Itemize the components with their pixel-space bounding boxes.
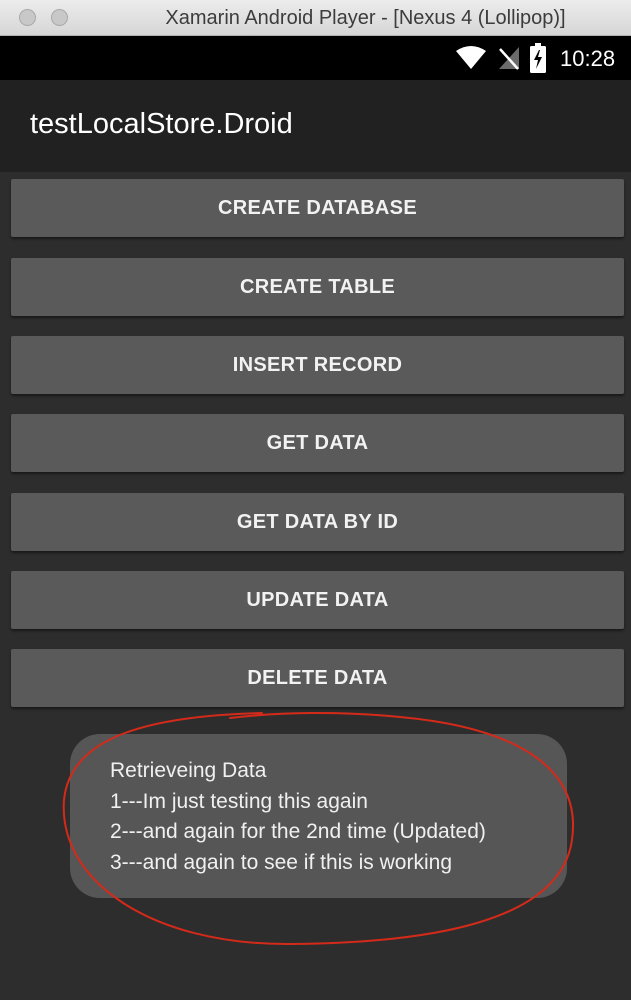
- status-clock: 10:28: [560, 46, 616, 71]
- toast-line-heading: Retrieveing Data: [110, 759, 267, 782]
- no-sim-signal-icon: [499, 47, 519, 70]
- update-data-button[interactable]: UPDATE DATA: [11, 571, 624, 629]
- window-title: Xamarin Android Player - [Nexus 4 (Lolli…: [165, 7, 566, 29]
- get-data-button[interactable]: GET DATA: [11, 414, 624, 472]
- android-status-bar: 10:28: [0, 36, 631, 80]
- wifi-icon: [456, 46, 486, 69]
- minimize-window-button[interactable]: [51, 9, 68, 26]
- create-table-button[interactable]: CREATE TABLE: [11, 258, 624, 316]
- create-database-button[interactable]: CREATE DATABASE: [11, 179, 624, 237]
- action-bar: testLocalStore.Droid: [0, 80, 631, 172]
- delete-data-button[interactable]: DELETE DATA: [11, 649, 624, 707]
- toast-line-1: 1---Im just testing this again: [110, 789, 368, 813]
- battery-charging-icon: [530, 43, 546, 73]
- get-data-by-id-button[interactable]: GET DATA BY ID: [11, 493, 624, 551]
- toast-line-3: 3---and again to see if this is working: [110, 850, 452, 874]
- app-title: testLocalStore.Droid: [30, 108, 293, 140]
- toast-line-2: 2---and again for the 2nd time (Updated): [110, 820, 486, 843]
- toast-message: Retrieveing Data 1---Im just testing thi…: [70, 734, 567, 898]
- insert-record-button[interactable]: INSERT RECORD: [11, 336, 624, 394]
- close-window-button[interactable]: [19, 9, 36, 26]
- window-title-bar: Xamarin Android Player - [Nexus 4 (Lolli…: [0, 0, 631, 36]
